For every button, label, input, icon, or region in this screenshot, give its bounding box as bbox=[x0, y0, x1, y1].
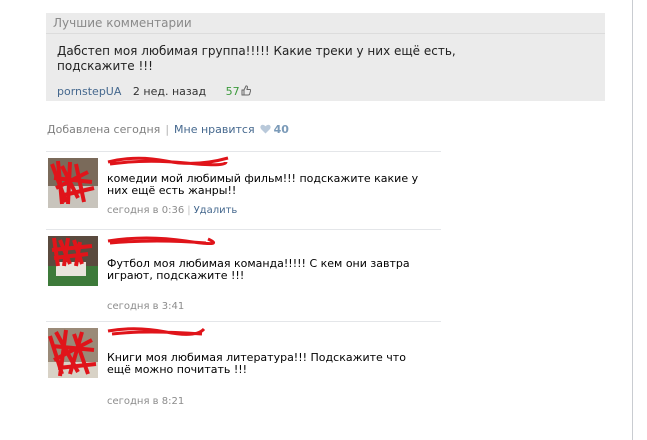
heart-icon[interactable] bbox=[259, 124, 271, 134]
comment-meta: сегодня в 3:41 bbox=[107, 301, 184, 313]
separator: | bbox=[165, 123, 170, 136]
redacted-avatar bbox=[48, 236, 98, 286]
comment-item: комедии мой любимый фильм!!! подскажите … bbox=[46, 151, 441, 222]
thumbs-up-icon[interactable] bbox=[241, 85, 251, 96]
comment-time: сегодня в 3:41 bbox=[107, 301, 185, 312]
comment-item: Книги моя любимая литература!!! Подскажи… bbox=[46, 321, 441, 412]
best-comment-text: Дабстеп моя любимая группа!!!!! Какие тр… bbox=[57, 44, 456, 73]
redacted-avatar bbox=[48, 158, 98, 208]
redacted-name bbox=[106, 154, 231, 167]
comment-item: Футбол моя любимая команда!!!!! С кем он… bbox=[46, 229, 441, 314]
comment-time: сегодня в 8:21 bbox=[107, 396, 185, 407]
comment-meta: сегодня в 8:21 bbox=[107, 396, 184, 408]
best-comment-likes[interactable]: 57 bbox=[226, 85, 251, 98]
comment-meta: сегодня в 0:36 | Удалить bbox=[107, 205, 237, 217]
like-button[interactable]: Мне нравится bbox=[174, 123, 255, 136]
redacted-name bbox=[106, 324, 231, 337]
best-comment-author-link[interactable]: pornstepUA bbox=[57, 85, 121, 98]
best-comment-like-count: 57 bbox=[225, 85, 240, 98]
best-comments-box: Лучшие комментарии Дабстеп моя любимая г… bbox=[46, 13, 605, 101]
comment-text: комедии мой любимый фильм!!! подскажите … bbox=[107, 172, 419, 197]
comment-time: сегодня в 0:36 bbox=[107, 205, 185, 216]
redacted-name bbox=[106, 232, 231, 245]
best-comments-header: Лучшие комментарии bbox=[46, 13, 605, 34]
delete-comment-button[interactable]: Удалить bbox=[194, 205, 238, 216]
like-count: 40 bbox=[273, 123, 289, 136]
post-info-line: Добавлена сегодня | Мне нравится 40 bbox=[47, 123, 289, 137]
avatar[interactable] bbox=[48, 158, 98, 208]
best-comment-meta: pornstepUA 2 нед. назад 57 bbox=[57, 85, 251, 99]
avatar[interactable] bbox=[48, 328, 98, 378]
separator: | bbox=[187, 205, 191, 216]
avatar[interactable] bbox=[48, 236, 98, 286]
added-date-text: Добавлена сегодня bbox=[47, 123, 161, 136]
comment-text: Футбол моя любимая команда!!!!! С кем он… bbox=[107, 257, 410, 282]
best-comment-date: 2 нед. назад bbox=[132, 85, 207, 98]
redacted-avatar bbox=[48, 328, 98, 378]
comment-text: Книги моя любимая литература!!! Подскажи… bbox=[107, 351, 406, 376]
